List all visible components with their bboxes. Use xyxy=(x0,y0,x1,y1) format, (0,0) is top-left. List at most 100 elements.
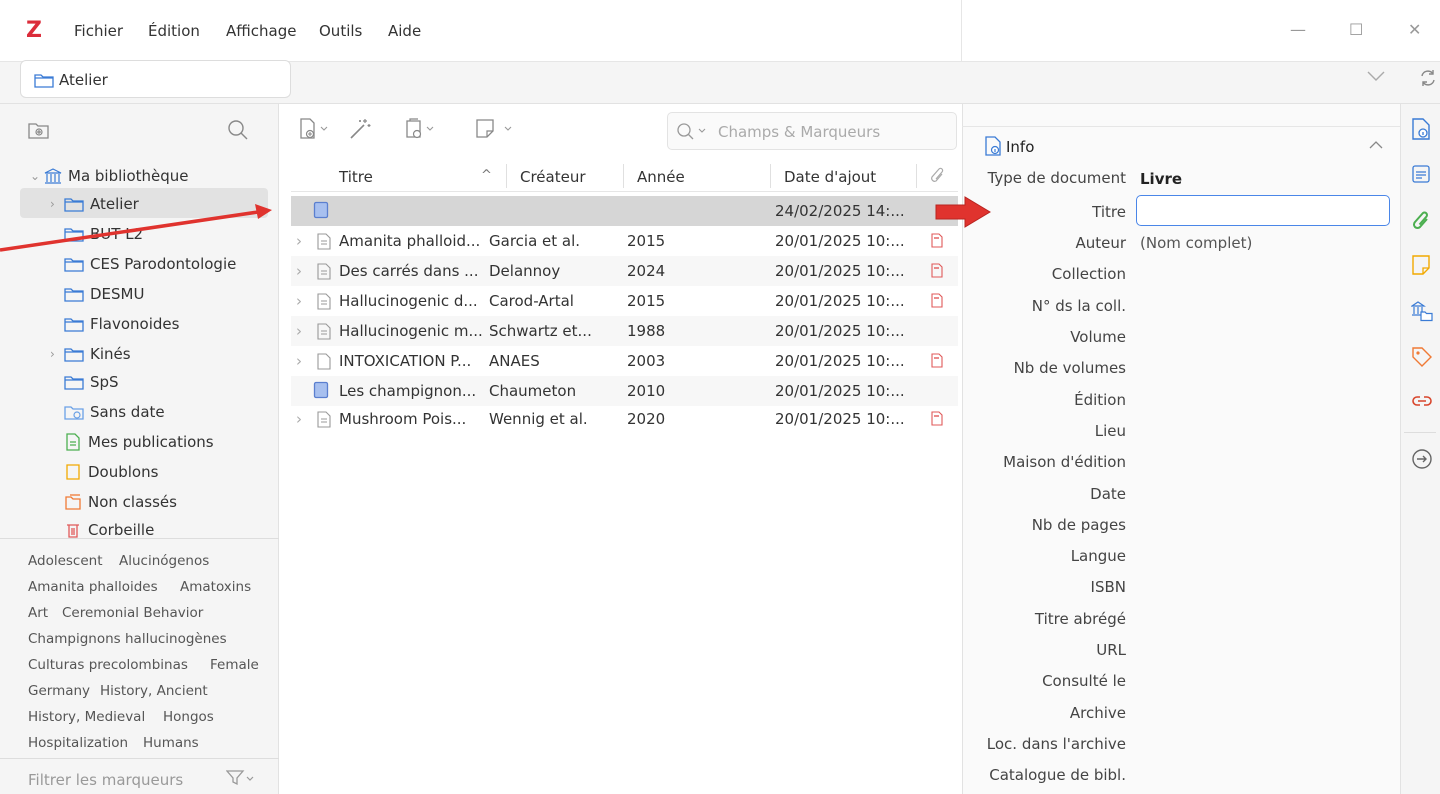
row-date: 20/01/2025 10:... xyxy=(775,410,905,428)
tag[interactable]: Ceremonial Behavior xyxy=(62,605,203,621)
search-icon[interactable] xyxy=(227,119,249,141)
tag[interactable]: Amatoxins xyxy=(180,579,251,595)
menu-outils[interactable]: Outils xyxy=(319,22,362,40)
sync-icon[interactable] xyxy=(1418,68,1438,88)
pdf-icon[interactable] xyxy=(931,353,943,368)
notes-icon[interactable] xyxy=(1411,254,1431,276)
unfiled-dates-item[interactable]: Sans date xyxy=(50,397,165,427)
chevron-down-icon[interactable]: ⌄ xyxy=(30,169,44,183)
info-section-header[interactable]: Info xyxy=(962,126,1400,166)
chevron-right-icon[interactable]: › xyxy=(50,347,64,361)
chevron-right-icon[interactable]: › xyxy=(296,410,302,428)
tag[interactable]: Humans xyxy=(143,735,199,751)
chevron-down-icon[interactable] xyxy=(1366,70,1386,82)
tag[interactable]: Amanita phalloides xyxy=(28,579,158,595)
annotation-arrow-collection xyxy=(0,204,272,252)
collection-flavonoides[interactable]: Flavonoides xyxy=(50,309,179,339)
pdf-icon[interactable] xyxy=(931,411,943,426)
trash-icon xyxy=(64,521,82,539)
pdf-icon[interactable] xyxy=(931,233,943,248)
table-row[interactable]: › Hallucinogenic d... Carod-Artal 2015 2… xyxy=(291,286,958,316)
item-search[interactable]: Champs & Marqueurs xyxy=(667,112,957,150)
sort-ascending-icon[interactable]: ^ xyxy=(481,168,492,183)
tags-icon[interactable] xyxy=(1411,346,1433,368)
author-value[interactable]: (Nom complet) xyxy=(1140,234,1252,252)
annotation-arrow-title xyxy=(935,196,991,228)
tag[interactable]: Champignons hallucinogènes xyxy=(28,631,227,647)
field-label-publisher: Maison d'édition xyxy=(1003,453,1126,471)
maximize-button[interactable]: ☐ xyxy=(1349,20,1363,39)
tag-filter-input[interactable]: Filtrer les marqueurs xyxy=(28,771,183,789)
chevron-right-icon[interactable]: › xyxy=(296,292,302,310)
column-year[interactable]: Année xyxy=(637,168,685,186)
table-row[interactable]: › Mushroom Pois... Wennig et al. 2020 20… xyxy=(291,404,958,434)
filter-icon[interactable] xyxy=(226,769,254,787)
attachments-icon[interactable] xyxy=(1411,210,1431,232)
close-button[interactable]: ✕ xyxy=(1408,20,1421,39)
new-item-icon[interactable] xyxy=(298,118,332,140)
collection-kines[interactable]: › Kinés xyxy=(50,339,131,369)
unfiled-item[interactable]: Non classés xyxy=(50,487,177,517)
library-root[interactable]: ⌄ Ma bibliothèque xyxy=(30,161,189,191)
field-label-isbn: ISBN xyxy=(1090,578,1126,596)
item-type-value[interactable]: Livre xyxy=(1140,170,1182,188)
add-attachment-icon[interactable] xyxy=(404,118,438,140)
tab-atelier[interactable]: Atelier xyxy=(20,60,291,98)
tag-filter[interactable]: Filtrer les marqueurs xyxy=(0,758,279,794)
menu-affichage[interactable]: Affichage xyxy=(226,22,296,40)
chevron-up-icon[interactable] xyxy=(1368,140,1384,150)
tag[interactable]: Hongos xyxy=(163,709,214,725)
table-row[interactable]: › Hallucinogenic m... Schwartz et... 198… xyxy=(291,316,958,346)
tag[interactable]: Hospitalization xyxy=(28,735,128,751)
info-icon[interactable] xyxy=(1411,118,1431,140)
tag[interactable]: History, Medieval xyxy=(28,709,145,725)
tag[interactable]: Art xyxy=(28,605,48,621)
abstract-icon[interactable] xyxy=(1411,164,1431,184)
duplicates-item[interactable]: Doublons xyxy=(50,457,158,487)
title-field[interactable] xyxy=(1136,195,1390,226)
collection-sps[interactable]: SpS xyxy=(50,367,119,397)
chevron-right-icon[interactable]: › xyxy=(296,232,302,250)
column-date-added[interactable]: Date d'ajout xyxy=(784,168,876,186)
locate-icon[interactable] xyxy=(1411,448,1433,470)
field-label-pages: Nb de pages xyxy=(1031,516,1126,534)
chevron-right-icon[interactable]: › xyxy=(296,322,302,340)
tag[interactable]: Germany xyxy=(28,683,90,699)
my-publications-item[interactable]: Mes publications xyxy=(50,427,214,457)
tag[interactable]: Female xyxy=(210,657,259,673)
zotero-logo: Z xyxy=(26,18,42,43)
special-label: Mes publications xyxy=(88,433,214,451)
menu-bar: Z Fichier Édition Affichage Outils Aide … xyxy=(0,0,1440,62)
article-icon xyxy=(317,233,331,250)
table-row[interactable]: › Des carrés dans ... Delannoy 2024 20/0… xyxy=(291,256,958,286)
minimize-button[interactable]: — xyxy=(1290,20,1306,39)
tag[interactable]: Adolescent xyxy=(28,553,103,569)
menu-edition[interactable]: Édition xyxy=(148,22,200,40)
new-note-icon[interactable] xyxy=(474,118,518,140)
tag[interactable]: History, Ancient xyxy=(100,683,208,699)
menu-fichier[interactable]: Fichier xyxy=(74,22,123,40)
field-label-author: Auteur xyxy=(1075,234,1126,252)
libraries-collections-icon[interactable] xyxy=(1411,300,1433,322)
attachment-column-icon[interactable] xyxy=(928,166,946,186)
tag[interactable]: Culturas precolombinas xyxy=(28,657,188,673)
column-title[interactable]: Titre xyxy=(339,168,373,186)
column-creator[interactable]: Créateur xyxy=(520,168,586,186)
pdf-icon[interactable] xyxy=(931,263,943,278)
table-row[interactable]: 24/02/2025 14:... xyxy=(291,196,958,226)
table-row[interactable]: › INTOXICATION P... ANAES 2003 20/01/202… xyxy=(291,346,958,376)
chevron-right-icon[interactable]: › xyxy=(296,262,302,280)
pdf-icon[interactable] xyxy=(931,293,943,308)
chevron-right-icon[interactable]: › xyxy=(296,352,302,370)
menu-aide[interactable]: Aide xyxy=(388,22,421,40)
tag[interactable]: Alucinógenos xyxy=(119,553,209,569)
new-collection-icon[interactable] xyxy=(28,120,50,140)
field-label-accessed: Consulté le xyxy=(1042,672,1126,690)
table-row[interactable]: Les champignon... Chaumeton 2010 20/01/2… xyxy=(291,376,958,406)
table-row[interactable]: › Amanita phalloid... Garcia et al. 2015… xyxy=(291,226,958,256)
magic-wand-icon[interactable] xyxy=(348,117,372,141)
related-icon[interactable] xyxy=(1411,392,1433,410)
search-input[interactable]: Champs & Marqueurs xyxy=(718,123,880,141)
collection-desmu[interactable]: DESMU xyxy=(50,279,144,309)
field-label-library-catalog: Catalogue de bibl. xyxy=(989,766,1126,784)
